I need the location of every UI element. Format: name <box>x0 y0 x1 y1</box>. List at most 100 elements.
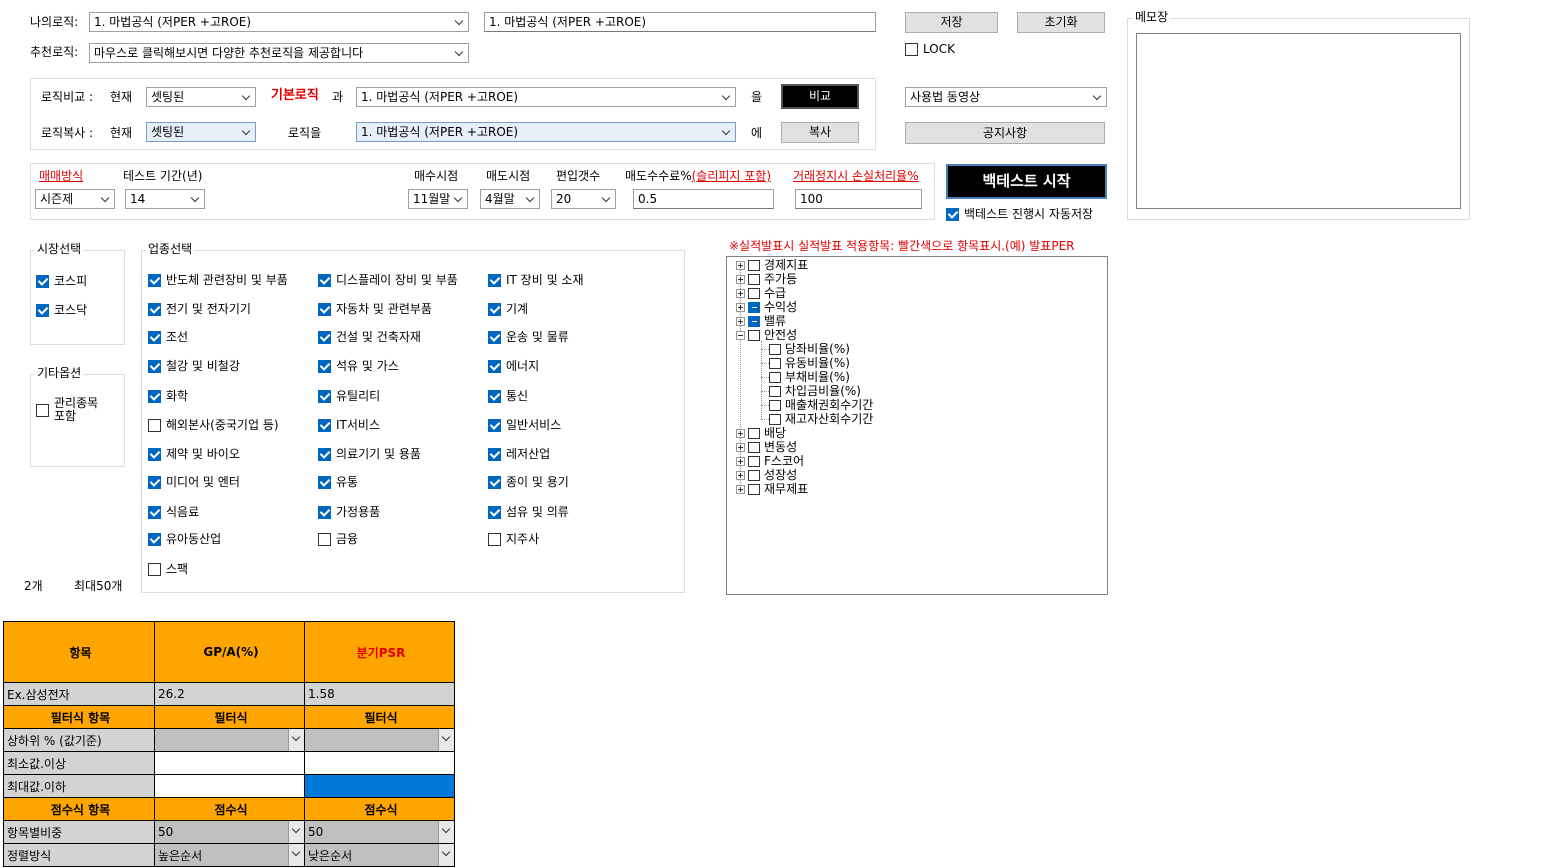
industry-checkbox[interactable]: 석유 및 가스 <box>318 359 399 374</box>
checkbox-icon[interactable] <box>748 470 760 481</box>
industry-checkbox[interactable]: 에너지 <box>488 359 539 374</box>
grid-max-col1-input[interactable] <box>154 774 305 798</box>
copy-button[interactable]: 복사 <box>781 122 859 143</box>
industry-checkbox[interactable]: 유아동산업 <box>148 532 221 547</box>
tree-node[interactable]: 경제지표 <box>736 259 808 272</box>
grid-weight-col2-select[interactable]: 50 <box>304 820 455 844</box>
tree-node[interactable]: 주가등 <box>736 273 797 286</box>
checkbox-icon[interactable] <box>748 428 760 439</box>
expand-icon[interactable] <box>736 289 745 298</box>
industry-checkbox[interactable]: IT 장비 및 소재 <box>488 273 584 288</box>
industry-checkbox[interactable]: 자동차 및 관련부품 <box>318 302 432 317</box>
industry-checkbox[interactable]: 운송 및 물류 <box>488 330 569 345</box>
checkbox-icon[interactable] <box>769 358 781 369</box>
my-logic-name-field[interactable]: 1. 마법공식 (저PER +고ROE) <box>484 12 876 32</box>
grid-sort-col2-select[interactable]: 낮은순서 <box>304 843 455 867</box>
compare-button[interactable]: 비교 <box>781 84 859 109</box>
memo-textarea[interactable] <box>1136 33 1461 209</box>
notice-button[interactable]: 공지사항 <box>905 122 1105 144</box>
industry-checkbox[interactable]: 금융 <box>318 532 358 547</box>
checkbox-icon[interactable] <box>748 302 760 313</box>
tree-node[interactable]: 성장성 <box>736 469 797 482</box>
expand-icon[interactable] <box>736 261 745 270</box>
grid-min-col1-input[interactable] <box>154 751 305 775</box>
grid-header-col1[interactable]: GP/A(%) <box>154 621 305 683</box>
expand-icon[interactable] <box>736 485 745 494</box>
industry-checkbox[interactable]: 기계 <box>488 302 528 317</box>
checkbox-icon[interactable] <box>748 260 760 271</box>
copy-target-select[interactable]: 1. 마법공식 (저PER +고ROE) <box>356 122 736 142</box>
expand-icon[interactable] <box>736 457 745 466</box>
tree-node[interactable]: 당좌비율(%) <box>769 343 850 356</box>
save-button[interactable]: 저장 <box>905 12 998 33</box>
collapse-icon[interactable] <box>736 331 745 340</box>
industry-checkbox[interactable]: 의료기기 및 용품 <box>318 447 421 462</box>
my-logic-select[interactable]: 1. 마법공식 (저PER +고ROE) <box>89 12 469 32</box>
count-select[interactable]: 20 <box>551 189 616 209</box>
tree-node[interactable]: F스코어 <box>736 455 804 468</box>
industry-checkbox[interactable]: 레저산업 <box>488 447 550 462</box>
test-period-select[interactable]: 14 <box>125 189 205 209</box>
checkbox-icon[interactable] <box>769 344 781 355</box>
tree-node[interactable]: 수급 <box>736 287 786 300</box>
fee-input[interactable]: 0.5 <box>633 189 774 209</box>
industry-checkbox[interactable]: 식음료 <box>148 505 199 520</box>
tree-node[interactable]: 변동성 <box>736 441 797 454</box>
tree-node[interactable]: 차입금비율(%) <box>769 385 861 398</box>
buy-point-select[interactable]: 11월말 <box>408 189 468 209</box>
tree-node[interactable]: 매출채권회수기간 <box>769 399 873 412</box>
checkbox-icon[interactable] <box>748 442 760 453</box>
tree-node[interactable]: 유동비율(%) <box>769 357 850 370</box>
checkbox-icon[interactable] <box>748 316 760 327</box>
tree-node[interactable]: 부채비율(%) <box>769 371 850 384</box>
industry-checkbox[interactable]: 가정용품 <box>318 505 380 520</box>
checkbox-icon[interactable] <box>748 330 760 341</box>
checkbox-icon[interactable] <box>769 400 781 411</box>
indicator-tree[interactable]: 경제지표 주가등 수급 수익성 밸류 안전성 당좌비율(%) 유동비율(%) 부채비율(%) 차입… <box>726 256 1108 595</box>
tree-node[interactable]: 수익성 <box>736 301 797 314</box>
tree-node[interactable]: 안전성 <box>736 329 797 342</box>
industry-checkbox[interactable]: 유통 <box>318 475 358 490</box>
grid-max-col2-input[interactable] <box>304 774 455 798</box>
recommend-select[interactable]: 마우스로 클릭해보시면 다양한 추천로직을 제공합니다 <box>89 43 469 63</box>
grid-sort-col1-select[interactable]: 높은순서 <box>154 843 305 867</box>
copy-current-select[interactable]: 셋팅된 <box>146 122 256 142</box>
expand-icon[interactable] <box>736 429 745 438</box>
lock-checkbox[interactable]: LOCK <box>905 42 955 57</box>
trade-method-select[interactable]: 시즌제 <box>35 189 115 209</box>
industry-checkbox[interactable]: 일반서비스 <box>488 418 561 433</box>
industry-checkbox[interactable]: 스팩 <box>148 562 188 577</box>
compare-target-select[interactable]: 1. 마법공식 (저PER +고ROE) <box>356 87 736 107</box>
expand-icon[interactable] <box>736 303 745 312</box>
checkbox-icon[interactable] <box>748 274 760 285</box>
checkbox-icon[interactable] <box>769 372 781 383</box>
tree-node[interactable]: 재무제표 <box>736 483 808 496</box>
industry-checkbox[interactable]: 화학 <box>148 389 188 404</box>
sell-point-select[interactable]: 4월말 <box>480 189 540 209</box>
manage-stock-checkbox[interactable]: 관리종목 포함 <box>36 397 104 423</box>
checkbox-icon[interactable] <box>748 288 760 299</box>
industry-checkbox[interactable]: 제약 및 바이오 <box>148 447 240 462</box>
industry-checkbox[interactable]: 미디어 및 엔터 <box>148 475 240 490</box>
checkbox-icon[interactable] <box>769 414 781 425</box>
industry-checkbox[interactable]: IT서비스 <box>318 418 380 433</box>
tree-node[interactable]: 밸류 <box>736 315 786 328</box>
checkbox-icon[interactable] <box>748 484 760 495</box>
industry-checkbox[interactable]: 반도체 관련장비 및 부품 <box>148 273 288 288</box>
market-kosdaq-checkbox[interactable]: 코스닥 <box>36 303 87 318</box>
autosave-checkbox[interactable]: 백테스트 진행시 자동저장 <box>946 207 1093 222</box>
industry-checkbox[interactable]: 통신 <box>488 389 528 404</box>
grid-rank-col2-select[interactable] <box>304 728 455 752</box>
trade-method-label[interactable]: 매매방식 <box>39 168 83 184</box>
checkbox-icon[interactable] <box>748 456 760 467</box>
industry-checkbox[interactable]: 전기 및 전자기기 <box>148 302 251 317</box>
fee-slippage-link[interactable]: (슬리피지 포함) <box>692 169 771 183</box>
industry-checkbox[interactable]: 유틸리티 <box>318 389 380 404</box>
video-select[interactable]: 사용법 동영상 <box>905 87 1107 107</box>
start-backtest-button[interactable]: 백테스트 시작 <box>946 164 1107 199</box>
expand-icon[interactable] <box>736 317 745 326</box>
grid-rank-col1-select[interactable] <box>154 728 305 752</box>
market-kospi-checkbox[interactable]: 코스피 <box>36 274 87 289</box>
industry-checkbox[interactable]: 디스플레이 장비 및 부품 <box>318 273 458 288</box>
industry-checkbox[interactable]: 섬유 및 의류 <box>488 505 569 520</box>
